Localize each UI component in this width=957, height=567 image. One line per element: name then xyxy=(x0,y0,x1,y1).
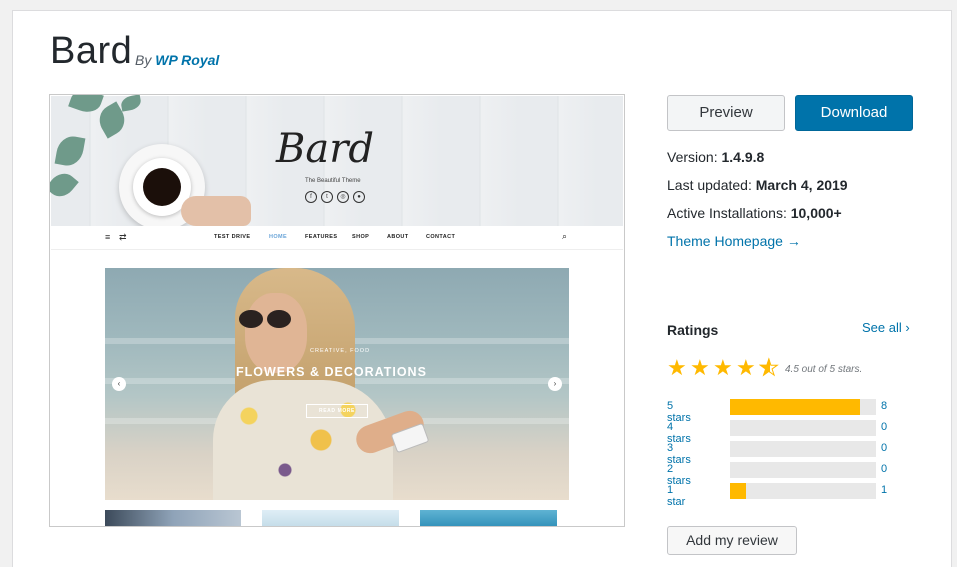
preview-button[interactable]: Preview xyxy=(667,95,785,131)
rating-bar-fill xyxy=(730,399,860,415)
slide-heading: FLOWERS & DECORATIONS xyxy=(236,365,427,379)
updated-label: Last updated: xyxy=(667,177,752,193)
installs-value: 10,000+ xyxy=(790,205,842,221)
nav-shop: SHOP xyxy=(352,234,370,240)
star-half-icon: ★ xyxy=(759,355,780,380)
theme-screenshot: Bard The Beautiful Theme f t ◎ ● ≡ ⇄ TES… xyxy=(49,94,625,527)
rating-count: 0 xyxy=(881,442,888,454)
version-value: 1.4.9.8 xyxy=(721,149,765,165)
rating-bar xyxy=(730,399,876,415)
rating-row-link[interactable]: 1 star xyxy=(667,484,685,508)
rating-bar-fill xyxy=(730,483,747,499)
download-button[interactable]: Download xyxy=(795,95,913,131)
rating-count: 8 xyxy=(881,400,888,412)
author-link[interactable]: WP Royal xyxy=(155,52,219,68)
see-all-label: See all xyxy=(862,320,902,335)
meta-installs: Active Installations: 10,000+ xyxy=(667,205,842,221)
instagram-icon: ◎ xyxy=(337,191,349,203)
meta-updated: Last updated: March 4, 2019 xyxy=(667,177,848,193)
slide-prev-icon: ‹ xyxy=(112,377,126,391)
nav-test-drive: TEST DRIVE xyxy=(214,234,251,240)
star-filled-icon: ★ xyxy=(713,355,733,380)
theme-homepage-link[interactable]: Theme Homepage → xyxy=(667,233,801,249)
star-filled-icon: ★ xyxy=(667,355,687,380)
chevron-right-icon: › xyxy=(905,320,910,335)
pinterest-icon: ● xyxy=(353,191,365,203)
star-filled-icon: ★ xyxy=(736,355,756,380)
screenshot-slider: CREATIVE, FOOD FLOWERS & DECORATIONS REA… xyxy=(105,268,569,500)
rating-bar xyxy=(730,462,876,478)
slide-read-more: READ MORE xyxy=(306,404,368,418)
post-thumbnail xyxy=(105,510,241,526)
slide-next-icon: › xyxy=(548,377,562,391)
rating-bar xyxy=(730,441,876,457)
slide-kicker: CREATIVE, FOOD xyxy=(310,348,371,354)
twitter-icon: t xyxy=(321,191,333,203)
random-icon: ⇄ xyxy=(119,232,127,242)
screenshot-navbar: ≡ ⇄ TEST DRIVE HOME FEATURES SHOP ABOUT … xyxy=(51,226,623,250)
nav-home: HOME xyxy=(269,234,288,240)
rating-bar xyxy=(730,483,876,499)
menu-icon: ≡ xyxy=(105,232,111,242)
see-all-link[interactable]: See all › xyxy=(862,320,910,335)
rating-count: 0 xyxy=(881,463,888,475)
installs-label: Active Installations: xyxy=(667,205,787,221)
rating-average-text: 4.5 out of 5 stars. xyxy=(785,364,863,375)
star-filled-icon: ★ xyxy=(690,355,710,380)
facebook-icon: f xyxy=(305,191,317,203)
search-icon: ⌕ xyxy=(562,231,568,241)
author-prefix: By xyxy=(135,52,152,68)
post-thumbnail xyxy=(262,510,399,526)
screenshot-tagline: The Beautiful Theme xyxy=(305,178,361,184)
version-label: Version: xyxy=(667,149,718,165)
add-review-button[interactable]: Add my review xyxy=(667,526,797,555)
ratings-title: Ratings xyxy=(667,322,719,338)
meta-version: Version: 1.4.9.8 xyxy=(667,149,764,165)
rating-count: 0 xyxy=(881,421,888,433)
rating-bar xyxy=(730,420,876,436)
screenshot-header: Bard The Beautiful Theme f t ◎ ● xyxy=(50,95,623,230)
rating-count: 1 xyxy=(881,484,888,496)
updated-value: March 4, 2019 xyxy=(755,177,848,193)
nav-contact: CONTACT xyxy=(426,234,456,240)
screenshot-logo: Bard xyxy=(276,126,374,172)
nav-features: FEATURES xyxy=(305,234,338,240)
theme-author: By WP Royal xyxy=(135,52,219,68)
post-thumbnail xyxy=(420,510,557,526)
nav-about: ABOUT xyxy=(387,234,409,240)
theme-title: Bard xyxy=(50,30,133,72)
